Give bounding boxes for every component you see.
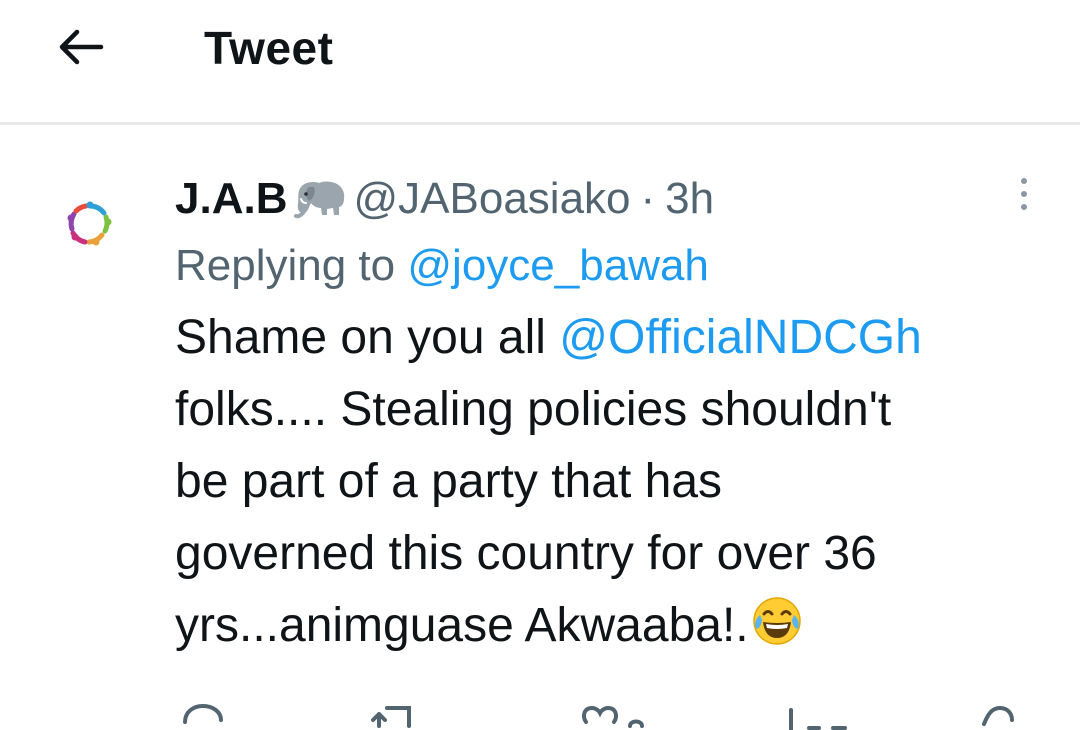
tweet-header: J.A.B @JABoasiako · 3h (175, 168, 1045, 230)
page-title: Tweet (204, 22, 334, 74)
tweet-text-ending: yrs...animguase Akwaaba!. (175, 599, 749, 652)
elephant-emoji (294, 181, 345, 219)
author-name[interactable]: J.A.B (175, 168, 287, 230)
avatar[interactable] (62, 196, 118, 252)
tweet-actions (175, 700, 1045, 730)
top-bar: Tweet (0, 0, 1080, 122)
tweet: J.A.B @JABoasiako · 3h Replying to @joyc… (175, 168, 1045, 662)
tweet-text-line-5: yrs...animguase Akwaaba!. (175, 590, 1045, 662)
tweet-text-line-4: governed this country for over 36 (175, 527, 877, 580)
header-divider (0, 122, 1080, 125)
tweet-text-line-2: folks.... Stealing policies shouldn't (175, 383, 892, 436)
tweet-text-prefix: Shame on you all (175, 311, 546, 364)
back-button[interactable] (52, 22, 108, 72)
colorful-ring-logo-avatar (67, 201, 112, 246)
share-icon[interactable] (970, 700, 1022, 730)
replying-to-label: Replying to (175, 241, 396, 290)
author-handle[interactable]: @JABoasiako (353, 168, 630, 230)
arrow-left-icon (59, 29, 104, 65)
like-icon[interactable] (580, 700, 650, 730)
reply-mention-link[interactable]: @joyce_bawah (407, 241, 709, 290)
tweet-text-line-3: be part of a party that has (175, 455, 723, 508)
retweet-icon[interactable] (371, 700, 423, 730)
tweet-text: Shame on you all @OfficialNDCGh folks...… (175, 302, 1045, 662)
tweet-text-line-1: Shame on you all @OfficialNDCGh (175, 302, 1045, 374)
separator-dot: · (640, 174, 656, 223)
reply-icon[interactable] (177, 700, 229, 730)
tweet-time[interactable]: 3h (665, 168, 714, 230)
views-icon[interactable] (785, 700, 865, 730)
replying-to: Replying to @joyce_bawah (175, 230, 1045, 302)
face-with-tears-of-joy-emoji (752, 597, 801, 645)
mention-link[interactable]: @OfficialNDCGh (559, 311, 922, 364)
